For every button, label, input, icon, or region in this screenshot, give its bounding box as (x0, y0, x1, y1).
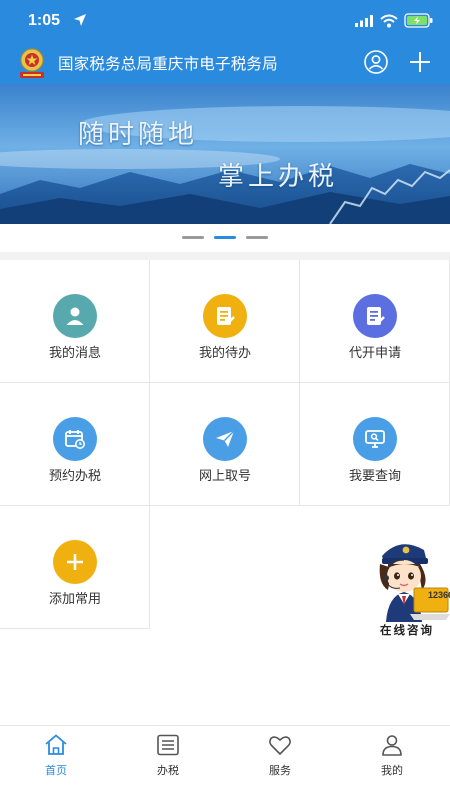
tab-label: 首页 (45, 764, 67, 777)
bottom-tab-bar: 首页 办税 服务 我的 (0, 725, 450, 800)
carousel-dot[interactable] (182, 235, 204, 239)
banner-headline-2: 掌上办税 (218, 162, 339, 192)
grid-item-label: 我的待办 (198, 346, 251, 361)
add-button[interactable] (406, 48, 434, 76)
tab-label: 办税 (157, 764, 179, 777)
tab-tax[interactable]: 办税 (138, 732, 198, 782)
todo-document-icon (203, 294, 247, 338)
tab-mine[interactable]: 我的 (362, 732, 422, 782)
grid-item-online-queue[interactable]: 网上取号 (150, 383, 300, 506)
tab-label: 我的 (381, 764, 403, 777)
carousel-dot-active[interactable] (214, 235, 236, 239)
grid-item-label: 我要查询 (348, 469, 401, 484)
wifi-icon (380, 14, 398, 27)
tab-service[interactable]: 服务 (250, 732, 310, 782)
grid-item-my-todo[interactable]: 我的待办 (150, 260, 300, 383)
status-bar: 1:05 (0, 0, 450, 44)
banner-headline-1: 随时随地 (78, 120, 199, 150)
plus-icon (53, 540, 97, 584)
grid-item-label: 代开申请 (348, 346, 401, 361)
carousel-indicator (0, 230, 450, 244)
app-header: 国家税务总局重庆市电子税务局 (0, 44, 450, 84)
mascot-badge-number: 12366 (428, 590, 450, 600)
grid-item-add-favorite[interactable]: 添加常用 (0, 506, 150, 629)
grid-item-query[interactable]: 我要查询 (300, 383, 450, 506)
grid-item-label: 添加常用 (48, 592, 101, 607)
user-message-icon (53, 294, 97, 338)
list-icon (157, 734, 179, 756)
home-icon (45, 734, 67, 755)
online-consult-label[interactable]: 在线咨询 (380, 622, 434, 638)
tab-home[interactable]: 首页 (26, 732, 86, 782)
tab-label: 服务 (269, 764, 291, 777)
location-arrow-icon (74, 14, 86, 26)
carousel-dot[interactable] (246, 235, 268, 239)
grid-item-invoice-apply[interactable]: 代开申请 (300, 260, 450, 383)
user-profile-button[interactable] (362, 48, 390, 76)
grid-item-label: 网上取号 (198, 469, 251, 484)
grid-item-tax-appointment[interactable]: 预约办税 (0, 383, 150, 506)
promo-banner[interactable]: 随时随地 掌上办税 (0, 84, 450, 224)
calendar-clock-icon (53, 417, 97, 461)
status-indicators (354, 13, 434, 28)
banner-background-image (0, 84, 450, 224)
app-title: 国家税务总局重庆市电子税务局 (58, 55, 278, 73)
signal-icon (355, 14, 373, 27)
grid-item-label: 我的消息 (48, 346, 101, 361)
tax-bureau-emblem-icon (20, 48, 44, 78)
section-divider (0, 252, 450, 260)
monitor-query-icon (353, 417, 397, 461)
invoice-apply-icon (353, 294, 397, 338)
grid-item-my-messages[interactable]: 我的消息 (0, 260, 150, 383)
status-time: 1:05 (28, 12, 61, 29)
tax-officer-mascot-icon (379, 544, 450, 622)
heart-icon (269, 736, 291, 756)
person-icon (382, 735, 402, 756)
paper-plane-icon (203, 417, 247, 461)
grid-item-label: 预约办税 (48, 469, 101, 484)
battery-charging-icon (404, 13, 433, 28)
